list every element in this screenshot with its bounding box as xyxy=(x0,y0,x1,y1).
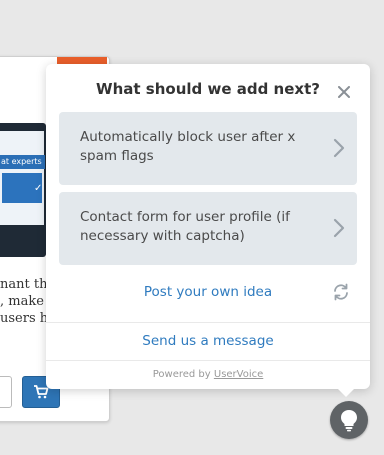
send-message-link[interactable]: Send us a message xyxy=(46,333,370,349)
chevron-right-icon xyxy=(333,138,345,158)
chevron-right-icon xyxy=(333,218,345,238)
idea-item[interactable]: Automatically block user after x spam fl… xyxy=(59,112,357,185)
uservoice-link[interactable]: UserVoice xyxy=(214,369,263,380)
post-idea-link[interactable]: Post your own idea xyxy=(46,284,370,300)
divider xyxy=(46,322,370,323)
feedback-popup: What should we add next? Automatically b… xyxy=(46,64,370,389)
close-button[interactable] xyxy=(334,82,354,102)
lightbulb-icon xyxy=(341,410,357,432)
refresh-icon[interactable] xyxy=(332,283,350,301)
divider xyxy=(46,360,370,361)
powered-by: Powered by UserVoice xyxy=(46,369,370,380)
background-text: nant them , make yo users ha xyxy=(0,276,48,327)
background-line: users ha xyxy=(0,311,48,326)
background-line: , make yo xyxy=(0,294,48,309)
feedback-launcher-button[interactable] xyxy=(330,401,368,439)
idea-item[interactable]: Contact form for user profile (if necess… xyxy=(59,192,357,265)
background-line: nant them xyxy=(0,277,48,292)
background-secondary-button[interactable] xyxy=(0,376,12,408)
cart-icon xyxy=(34,385,49,399)
close-icon xyxy=(338,86,350,98)
popup-pointer xyxy=(337,388,355,397)
idea-label: Automatically block user after x spam fl… xyxy=(80,129,296,164)
popup-title: What should we add next? xyxy=(96,80,320,98)
background-banner: at experts xyxy=(0,155,45,169)
background-screen: at experts xyxy=(0,131,45,225)
powered-by-prefix: Powered by xyxy=(152,369,211,380)
idea-label: Contact form for user profile (if necess… xyxy=(80,209,290,244)
check-icon: ✓ xyxy=(34,183,43,194)
